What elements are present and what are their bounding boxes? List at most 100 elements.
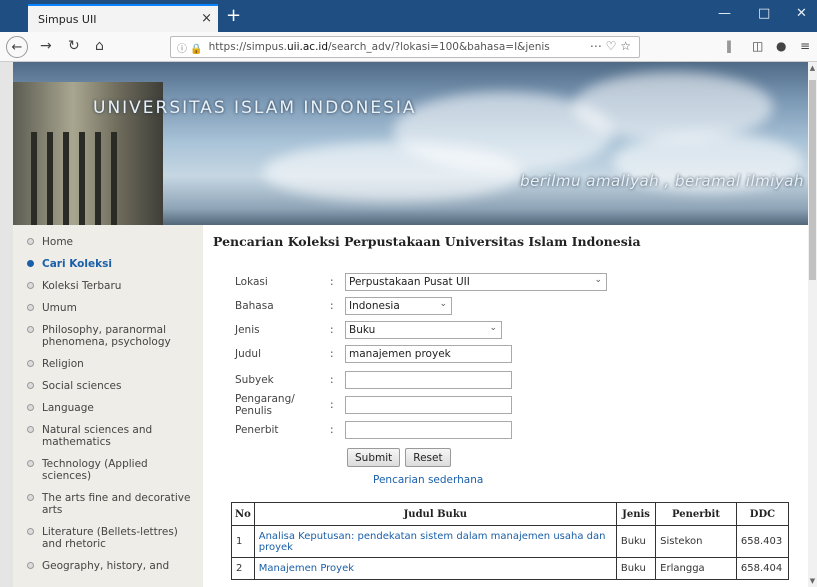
- page-container: UNIVERSITAS ISLAM INDONESIA berilmu amal…: [13, 62, 808, 587]
- header-banner: UNIVERSITAS ISLAM INDONESIA berilmu amal…: [13, 62, 808, 225]
- penerbit-input[interactable]: [345, 421, 512, 439]
- url-bar[interactable]: ⓘ 🔒 https://simpus. uii.ac.id/search_adv/…: [170, 36, 640, 58]
- table-row: 1 Analisa Keputusan: pendekatan sistem d…: [231, 525, 790, 558]
- close-window-icon[interactable]: ✕: [796, 6, 807, 21]
- page-viewport: UNIVERSITAS ISLAM INDONESIA berilmu amal…: [0, 62, 808, 587]
- cell-jenis: Buku: [615, 557, 657, 580]
- bahasa-select[interactable]: Indonesia: [345, 297, 452, 315]
- scroll-thumb[interactable]: [809, 80, 816, 280]
- page-scrollbar[interactable]: ▲ ▼: [808, 62, 817, 587]
- university-name: UNIVERSITAS ISLAM INDONESIA: [93, 98, 417, 118]
- page-actions-icon[interactable]: ⋯ ♡ ☆: [590, 39, 631, 53]
- cell-no: 1: [231, 525, 255, 558]
- forward-icon[interactable]: →: [40, 38, 52, 54]
- book-title-link[interactable]: Analisa Keputusan: pendekatan sistem dal…: [259, 531, 606, 553]
- sidebar-item-home[interactable]: Home: [13, 231, 203, 253]
- cell-no: 2: [231, 557, 255, 580]
- header-jenis: Jenis: [615, 502, 657, 526]
- url-domain: uii.ac.id: [287, 41, 328, 53]
- url-prefix: https://simpus.: [208, 41, 288, 53]
- scroll-up-icon[interactable]: ▲: [808, 64, 817, 72]
- back-icon[interactable]: ←: [6, 36, 28, 58]
- judul-input[interactable]: [345, 345, 512, 363]
- sidebar-item-philosophy[interactable]: Philosophy, paranormal phenomena, psycho…: [13, 319, 203, 353]
- sidebar-item-umum[interactable]: Umum: [13, 297, 203, 319]
- penerbit-row: Penerbit :: [235, 421, 512, 439]
- cell-penerbit: Erlangga: [655, 557, 737, 580]
- pengarang-input[interactable]: [345, 396, 512, 414]
- main-content: Pencarian Koleksi Perpustakaan Universit…: [213, 225, 808, 587]
- sidebar-item-language[interactable]: Language: [13, 397, 203, 419]
- subyek-label: Subyek: [235, 374, 274, 386]
- sidebar-item-natural-sciences[interactable]: Natural sciences and mathematics: [13, 419, 203, 453]
- bullet-icon: [27, 260, 34, 267]
- page-title: Pencarian Koleksi Perpustakaan Universit…: [213, 234, 641, 249]
- maximize-icon[interactable]: □: [758, 6, 770, 21]
- reset-button[interactable]: Reset: [405, 448, 451, 467]
- bahasa-row: Bahasa : Indonesia ⌄: [235, 297, 452, 315]
- sidebar-item-koleksi-terbaru[interactable]: Koleksi Terbaru: [13, 275, 203, 297]
- tab-close-icon[interactable]: ×: [201, 11, 212, 26]
- header-no: No: [231, 502, 255, 526]
- sidebar-nav: Home Cari Koleksi Koleksi Terbaru Umum P…: [13, 225, 203, 587]
- subyek-input[interactable]: [345, 371, 512, 389]
- bullet-icon: [27, 426, 34, 433]
- cell-judul: Analisa Keputusan: pendekatan sistem dal…: [253, 525, 617, 558]
- home-icon[interactable]: ⌂: [95, 38, 104, 54]
- scroll-down-icon[interactable]: ▼: [808, 577, 817, 585]
- header-judul: Judul Buku: [253, 502, 617, 526]
- site-info-icon[interactable]: ⓘ 🔒: [177, 40, 203, 55]
- sidebar-toggle-icon[interactable]: ◫: [752, 39, 763, 53]
- url-rest: /search_adv/?lokasi=100&bahasa=I&jenis: [328, 41, 550, 53]
- cell-ddc: 658.403: [735, 525, 790, 558]
- bullet-icon: [27, 562, 34, 569]
- tab-title: Simpus UII: [38, 12, 97, 26]
- jenis-select[interactable]: Buku: [345, 321, 502, 339]
- table-row: 2 Manajemen Proyek Buku Erlangga 658.404: [231, 557, 790, 580]
- reload-icon[interactable]: ↻: [68, 38, 80, 54]
- bullet-icon: [27, 382, 34, 389]
- sidebar-item-arts[interactable]: The arts fine and decorative arts: [13, 487, 203, 521]
- bullet-icon: [27, 528, 34, 535]
- menu-icon[interactable]: ≡: [800, 39, 810, 53]
- new-tab-icon[interactable]: +: [226, 5, 241, 26]
- browser-titlebar: Simpus UII × + — □ ✕: [0, 0, 817, 32]
- bullet-icon: [27, 460, 34, 467]
- pengarang-row: Pengarang/ Penulis :: [235, 393, 512, 417]
- sidebar-item-religion[interactable]: Religion: [13, 353, 203, 375]
- bullet-icon: [27, 404, 34, 411]
- simple-search-link[interactable]: Pencarian sederhana: [373, 474, 483, 486]
- account-icon[interactable]: ●: [776, 39, 786, 53]
- bullet-icon: [27, 360, 34, 367]
- sidebar-item-technology[interactable]: Technology (Applied sciences): [13, 453, 203, 487]
- cell-jenis: Buku: [615, 525, 657, 558]
- library-icon[interactable]: ‖: [726, 39, 732, 53]
- sidebar-item-geography[interactable]: Geography, history, and: [13, 555, 203, 577]
- subyek-row: Subyek :: [235, 371, 512, 389]
- judul-row: Judul :: [235, 345, 512, 363]
- submit-button[interactable]: Submit: [347, 448, 401, 467]
- university-motto: berilmu amaliyah , beramal ilmiyah: [520, 172, 804, 190]
- book-title-link[interactable]: Manajemen Proyek: [259, 563, 354, 574]
- sidebar-item-social-sciences[interactable]: Social sciences: [13, 375, 203, 397]
- sidebar-item-literature[interactable]: Literature (Bellets-lettres) and rhetori…: [13, 521, 203, 555]
- results-table: No Judul Buku Jenis Penerbit DDC 1 Anali…: [231, 502, 790, 580]
- bullet-icon: [27, 282, 34, 289]
- lokasi-row: Lokasi : Perpustakaan Pusat UII ⌄: [235, 273, 607, 291]
- bahasa-label: Bahasa: [235, 300, 274, 312]
- minimize-icon[interactable]: —: [718, 6, 731, 21]
- bullet-icon: [27, 326, 34, 333]
- browser-navbar: ← → ↻ ⌂ ⓘ 🔒 https://simpus. uii.ac.id/sea…: [0, 32, 817, 62]
- sidebar-item-cari-koleksi[interactable]: Cari Koleksi: [13, 253, 203, 275]
- cell-penerbit: Sistekon: [655, 525, 737, 558]
- pengarang-label: Pengarang/ Penulis: [235, 393, 295, 417]
- jenis-row: Jenis : Buku ⌄: [235, 321, 502, 339]
- lokasi-select[interactable]: Perpustakaan Pusat UII: [345, 273, 607, 291]
- tab-simpus[interactable]: Simpus UII ×: [28, 4, 218, 32]
- table-header-row: No Judul Buku Jenis Penerbit DDC: [231, 502, 790, 526]
- cell-ddc: 658.404: [735, 557, 790, 580]
- bullet-icon: [27, 304, 34, 311]
- lokasi-label: Lokasi: [235, 276, 268, 288]
- penerbit-label: Penerbit: [235, 424, 279, 436]
- bullet-icon: [27, 494, 34, 501]
